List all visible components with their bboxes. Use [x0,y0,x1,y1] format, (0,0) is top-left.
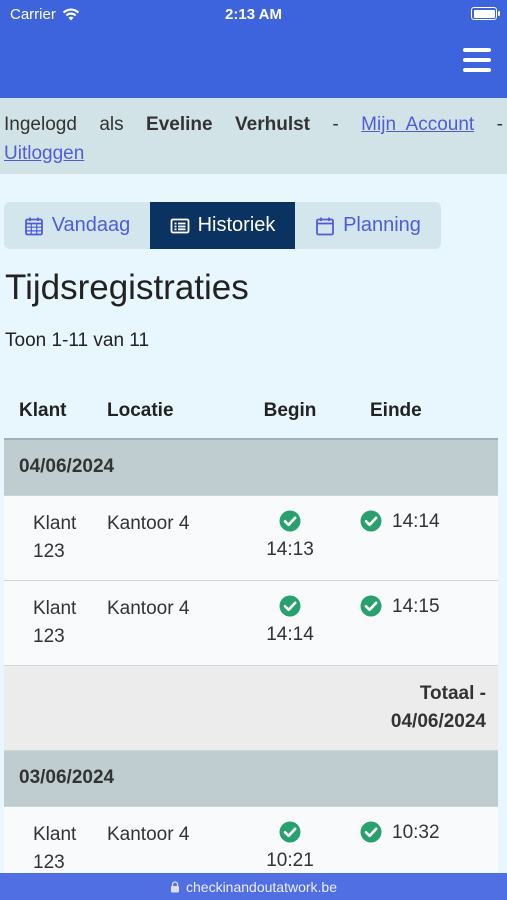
tab-label: Vandaag [51,214,131,236]
total-row: Totaal -04/06/2024 [4,665,498,751]
table-header-row: Klant Locatie Begin Einde [4,383,498,440]
check-circle-icon [360,821,382,843]
status-bar: Carrier 2:13 AM [0,0,507,28]
cell-begin: 14:13 [246,495,334,581]
result-count: Toon 1-11 van 11 [5,330,150,351]
browser-url-bar[interactable]: checkinandoutatwork.be [0,873,507,900]
end-time: 14:15 [392,595,440,617]
cell-locatie: Kantoor 4 [92,580,246,666]
lock-icon [171,880,179,892]
group-date: 04/06/2024 [4,439,498,496]
logged-in-as: als [99,114,124,135]
group-date: 03/06/2024 [4,750,498,807]
list-card-icon [170,218,189,233]
tab-planning[interactable]: Planning [295,202,441,249]
user-first-name: Eveline [146,114,213,135]
logout-link[interactable]: Uitloggen [4,143,84,164]
check-circle-icon [360,510,382,532]
hamburger-menu-icon[interactable] [463,48,491,72]
app-header: Carrier 2:13 AM [0,0,507,98]
tab-historiek[interactable]: Historiek [150,202,295,249]
end-time: 14:14 [392,510,440,532]
url-text: checkinandoutatwork.be [186,878,337,895]
status-time: 2:13 AM [225,6,282,23]
check-circle-icon [279,595,301,617]
login-info-bar: Ingelogd als Eveline Verhulst - Mijn Acc… [0,98,507,174]
separator: - [332,114,339,135]
date-group-row: 04/06/2024 [4,439,498,496]
begin-time: 14:13 [266,538,314,560]
tab-label: Planning [343,214,421,236]
end-time: 10:32 [392,821,440,843]
separator: - [496,114,503,135]
cell-locatie: Kantoor 4 [92,495,246,581]
begin-time: 10:21 [266,849,314,871]
logged-in-prefix: Ingelogd [4,114,77,135]
column-header-locatie[interactable]: Locatie [92,383,246,440]
cell-einde: 14:14 [334,495,498,581]
table-row[interactable]: Klant 123 Kantoor 4 14:13 14:14 [4,495,498,581]
column-header-begin[interactable]: Begin [246,383,334,440]
registrations-table: Klant Locatie Begin Einde 04/06/2024 Kla… [4,383,498,892]
tab-label: Historiek [197,214,276,236]
check-circle-icon [279,821,301,843]
date-group-row: 03/06/2024 [4,750,498,807]
column-header-einde[interactable]: Einde [334,383,498,440]
check-circle-icon [360,595,382,617]
column-header-klant[interactable]: Klant [4,383,92,440]
user-last-name: Verhulst [235,114,310,135]
cell-klant: Klant 123 [4,495,92,581]
group-total: Totaal -04/06/2024 [4,665,498,751]
begin-time: 14:14 [266,623,314,645]
calendar-grid-icon [24,217,43,235]
cell-begin: 14:14 [246,580,334,666]
cell-klant: Klant 123 [4,580,92,666]
tab-vandaag[interactable]: Vandaag [4,202,150,249]
battery-icon [471,7,500,20]
page-title: Tijdsregistraties [5,268,249,307]
view-tabs: Vandaag Historiek Planning [4,202,441,249]
my-account-link[interactable]: Mijn Account [361,110,474,139]
check-circle-icon [279,510,301,532]
table-row[interactable]: Klant 123 Kantoor 4 14:14 14:15 [4,580,498,666]
cell-einde: 14:15 [334,580,498,666]
calendar-icon [316,217,334,235]
